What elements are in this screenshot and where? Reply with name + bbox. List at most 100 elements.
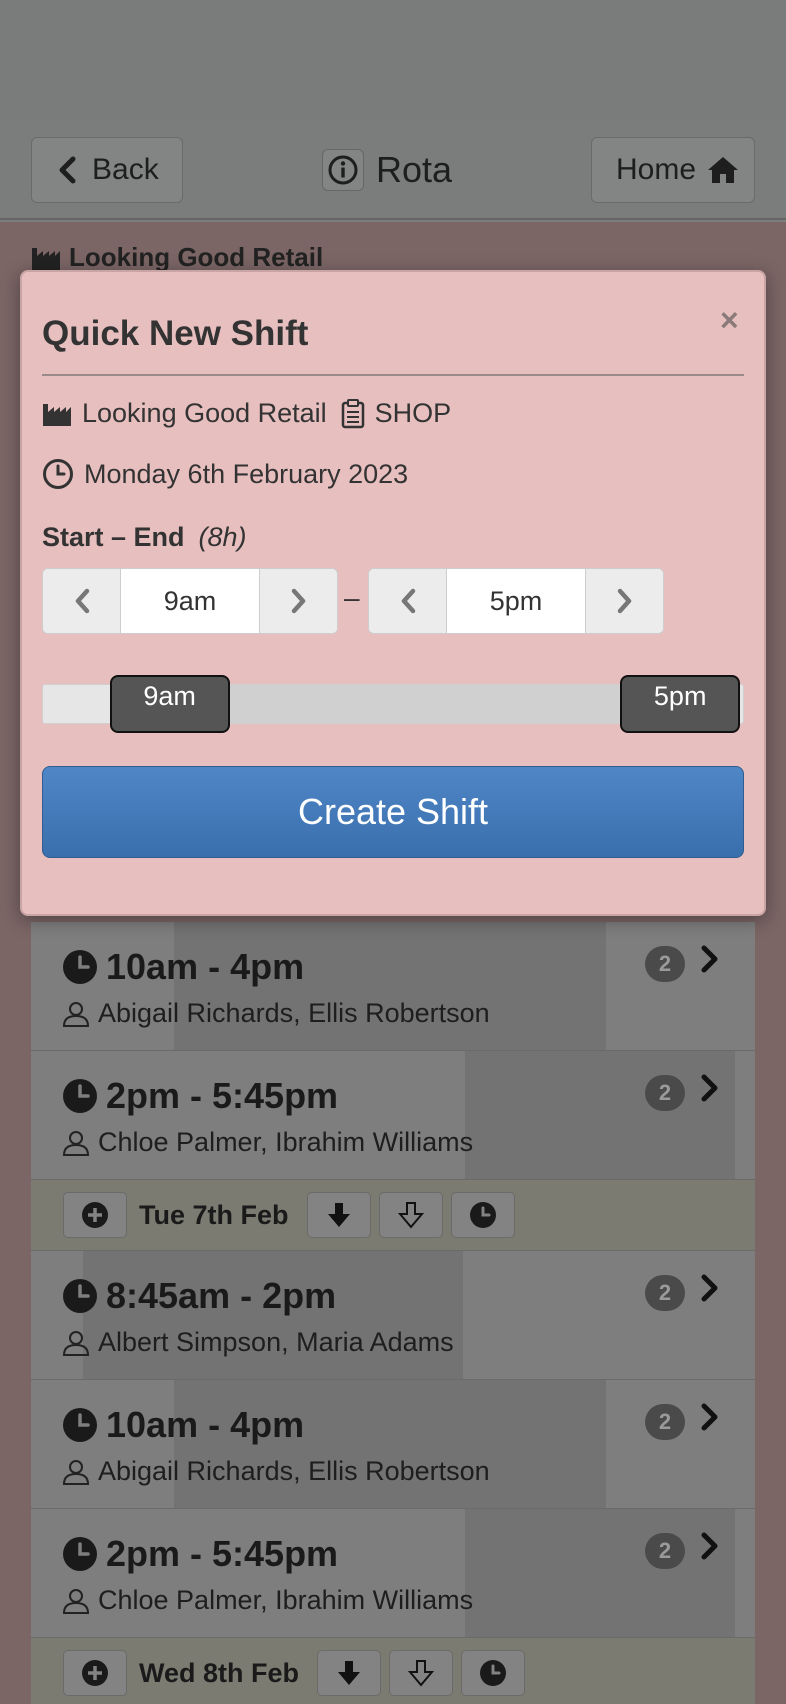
shift-time-text: 10am - 4pm — [106, 946, 305, 987]
clock-icon — [63, 1537, 97, 1571]
end-time-value[interactable]: 5pm — [447, 569, 585, 633]
end-time-stepper: 5pm — [368, 568, 664, 634]
open-shift-button[interactable] — [699, 944, 721, 979]
shift-people: Abigail Richards, Ellis Robertson — [62, 998, 490, 1029]
staff-count-badge: 2 — [645, 1533, 685, 1569]
clock-icon — [480, 1660, 507, 1686]
copy-down-button[interactable] — [389, 1650, 454, 1696]
user-icon — [62, 1588, 90, 1614]
shift-people: Chloe Palmer, Ibrahim Williams — [62, 1127, 473, 1158]
modal-title: Quick New Shift — [42, 314, 309, 353]
chevron-right-icon — [701, 1074, 718, 1102]
plus-circle-icon — [82, 1202, 108, 1228]
shift-row[interactable]: 8:45am - 2pm Albert Simpson, Maria Adams 2 — [31, 1251, 755, 1380]
start-decrease-button[interactable] — [43, 569, 121, 633]
shift-time: 2pm - 5:45pm — [62, 1075, 338, 1117]
chevron-right-icon — [701, 1274, 718, 1302]
add-shift-button[interactable] — [63, 1192, 127, 1238]
open-shift-button[interactable] — [699, 1073, 721, 1108]
shift-timeline-band — [465, 1509, 735, 1637]
date-line: Monday 6th February 2023 — [42, 458, 408, 490]
fill-down-button[interactable] — [317, 1650, 382, 1696]
staff-count-badge: 2 — [645, 1404, 685, 1440]
copy-down-button[interactable] — [378, 1192, 443, 1238]
home-icon — [708, 157, 739, 183]
clipboard-icon — [341, 398, 364, 428]
shift-row[interactable]: 10am - 4pm Abigail Richards, Ellis Robert… — [31, 1380, 755, 1509]
shift-row[interactable]: 10am - 4pm Abigail Richards, Ellis Robert… — [31, 922, 755, 1051]
start-time-value[interactable]: 9am — [121, 569, 259, 633]
day-label: Tue 7th Feb — [139, 1199, 289, 1230]
open-shift-button[interactable] — [699, 1531, 721, 1566]
open-shift-button[interactable] — [699, 1402, 721, 1437]
shift-time: 8:45am - 2pm — [62, 1275, 336, 1317]
time-button[interactable] — [461, 1650, 526, 1696]
chevron-left-icon — [59, 156, 76, 184]
close-icon[interactable]: × — [720, 302, 739, 339]
arrow-down-icon — [338, 1661, 361, 1685]
location-line: Looking Good Retail SHOP — [42, 398, 451, 429]
end-decrease-button[interactable] — [369, 569, 447, 633]
start-end-label: Start – End (8h) — [42, 522, 247, 553]
shift-time: 10am - 4pm — [62, 946, 304, 988]
user-icon — [62, 1459, 90, 1485]
time-separator: – — [344, 582, 360, 613]
staff-count-badge: 2 — [645, 946, 685, 982]
shift-timeline-band — [465, 1051, 735, 1179]
shift-row[interactable]: 2pm - 5:45pm Chloe Palmer, Ibrahim Willia… — [31, 1051, 755, 1180]
start-end-text: Start – End — [42, 522, 185, 552]
modal-divider — [42, 374, 744, 376]
shift-people: Abigail Richards, Ellis Robertson — [62, 1456, 490, 1487]
start-slider-handle[interactable]: 9am — [109, 675, 230, 733]
modal-date: Monday 6th February 2023 — [84, 458, 409, 489]
chevron-right-icon — [617, 588, 631, 614]
clock-icon — [63, 1079, 97, 1113]
shift-time-text: 2pm - 5:45pm — [106, 1075, 339, 1116]
add-shift-button[interactable] — [63, 1650, 127, 1696]
clock-icon — [469, 1202, 496, 1228]
shift-time-text: 8:45am - 2pm — [106, 1275, 337, 1316]
create-shift-button[interactable]: Create Shift — [42, 766, 744, 858]
chevron-right-icon — [701, 1403, 718, 1431]
background-company-name: Looking Good Retail — [69, 242, 324, 272]
chevron-right-icon — [701, 1532, 718, 1560]
start-increase-button[interactable] — [259, 569, 337, 633]
shift-row[interactable]: 2pm - 5:45pm Chloe Palmer, Ibrahim Willia… — [31, 1509, 755, 1638]
shift-time: 10am - 4pm — [62, 1404, 304, 1446]
shift-people-text: Chloe Palmer, Ibrahim Williams — [98, 1127, 474, 1157]
home-button[interactable]: Home — [591, 137, 755, 203]
info-button[interactable] — [322, 149, 364, 191]
day-header-row: Wed 8th Feb — [31, 1638, 755, 1704]
modal-department: SHOP — [374, 398, 452, 428]
time-button[interactable] — [450, 1192, 515, 1238]
shift-time-text: 2pm - 5:45pm — [106, 1533, 339, 1574]
clock-icon — [43, 459, 73, 489]
clock-icon — [63, 1408, 97, 1442]
shift-time-text: 10am - 4pm — [106, 1404, 305, 1445]
duration-text: (8h) — [198, 522, 247, 552]
open-shift-button[interactable] — [699, 1273, 721, 1308]
shift-people-text: Chloe Palmer, Ibrahim Williams — [98, 1585, 474, 1615]
back-label: Back — [92, 153, 159, 186]
back-button[interactable]: Back — [31, 137, 183, 203]
user-icon — [62, 1001, 90, 1027]
factory-icon — [43, 403, 71, 426]
shift-people: Chloe Palmer, Ibrahim Williams — [62, 1585, 473, 1616]
info-icon — [328, 155, 358, 185]
plus-circle-icon — [82, 1660, 108, 1686]
user-icon — [62, 1130, 90, 1156]
top-navbar: Back Rota Home — [0, 120, 786, 220]
day-header-row: Tue 7th Feb — [31, 1180, 755, 1251]
clock-icon — [63, 1279, 97, 1313]
end-slider-handle[interactable]: 5pm — [620, 675, 741, 733]
staff-count-badge: 2 — [645, 1275, 685, 1311]
chevron-right-icon — [701, 945, 718, 973]
fill-down-button[interactable] — [306, 1192, 371, 1238]
shift-people-text: Abigail Richards, Ellis Robertson — [98, 1456, 490, 1486]
time-range-selection — [169, 684, 681, 724]
factory-icon — [32, 247, 60, 270]
page-title-text: Rota — [376, 149, 453, 190]
end-increase-button[interactable] — [585, 569, 663, 633]
arrow-down-outline-icon — [408, 1660, 435, 1687]
modal-company: Looking Good Retail — [82, 398, 327, 428]
